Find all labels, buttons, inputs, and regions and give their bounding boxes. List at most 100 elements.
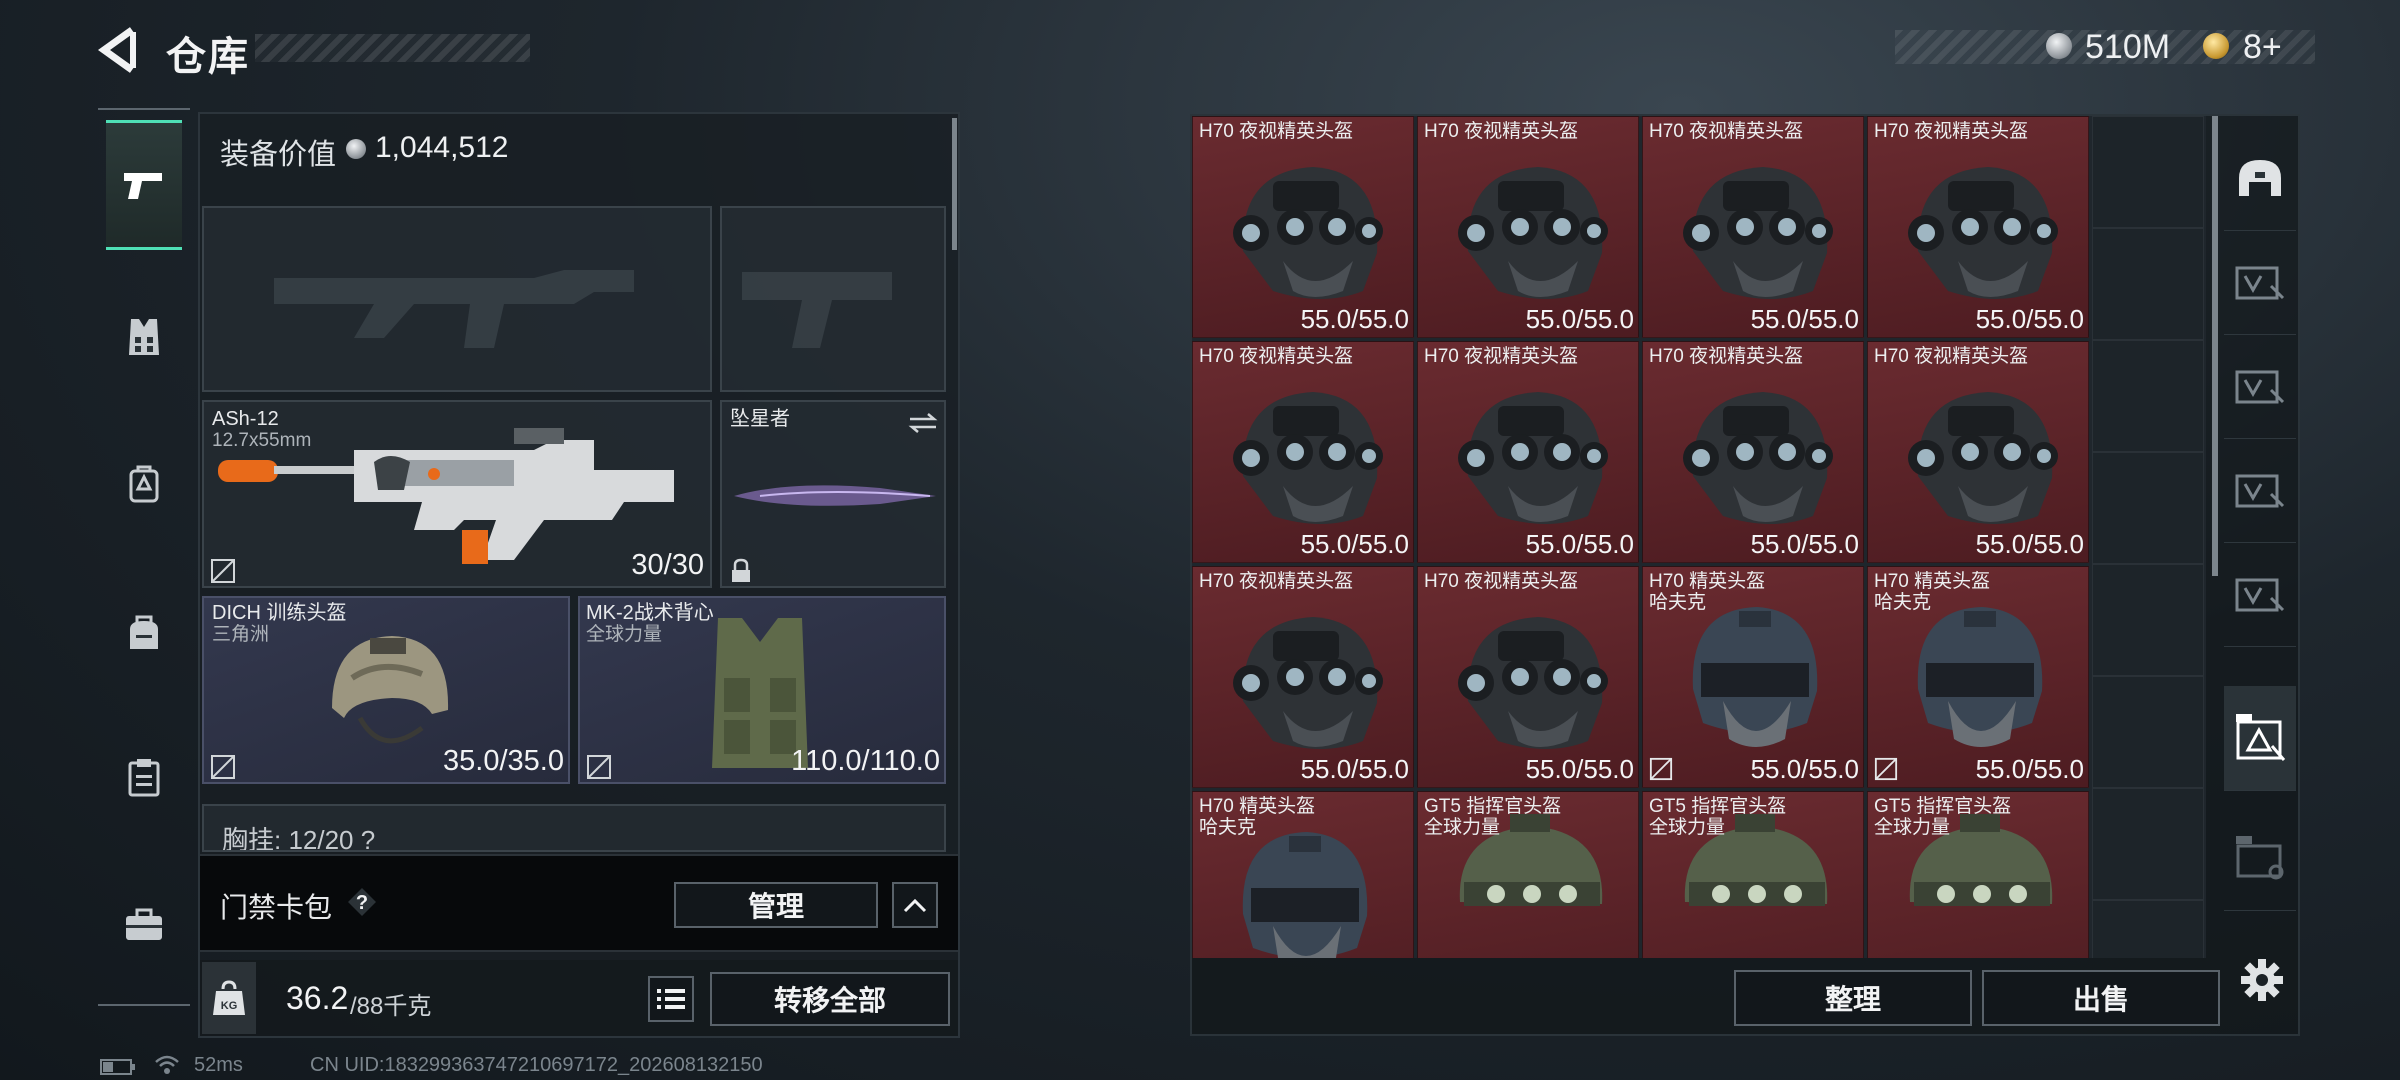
sell-button[interactable]: 出售 xyxy=(1982,970,2220,1026)
stash-item[interactable]: GT5 指挥官头盔 全球力量 xyxy=(1417,791,1639,958)
armor-durability: 110.0/110.0 xyxy=(791,745,940,777)
pistol-silhouette-icon xyxy=(742,272,892,348)
weight-current: 36.2 xyxy=(286,980,349,1016)
item-faction: 全球力量 xyxy=(1874,817,1951,838)
item-name: H70 夜视精英头盔 xyxy=(1424,346,1579,367)
stash-item[interactable]: H70 夜视精英头盔 55.0/55.0 xyxy=(1192,341,1414,563)
transfer-all-button[interactable]: 转移全部 xyxy=(710,972,950,1026)
chevron-up-icon xyxy=(903,898,927,913)
item-durability: 55.0/55.0 xyxy=(1975,304,2084,334)
stash-item[interactable]: GT5 指挥官头盔 全球力量 xyxy=(1867,791,2089,958)
empty-grid-slot[interactable] xyxy=(2092,228,2204,340)
stash-item[interactable]: H70 精英头盔 哈夫克 55.0/55.0 xyxy=(1642,566,1864,788)
stash-item[interactable]: H70 夜视精英头盔 55.0/55.0 xyxy=(1867,116,2089,338)
swap-icon[interactable] xyxy=(908,412,938,434)
item-name: H70 夜视精英头盔 xyxy=(1874,346,2029,367)
stash-item[interactable]: H70 夜视精英头盔 55.0/55.0 xyxy=(1417,116,1639,338)
vest-icon xyxy=(129,319,159,355)
sort-button[interactable]: 整理 xyxy=(1734,970,1972,1026)
helmet-item-icon xyxy=(1458,392,1608,524)
stash-scrollbar[interactable] xyxy=(2212,116,2218,576)
empty-grid-slot[interactable] xyxy=(2092,564,2204,676)
filter-armor-3[interactable] xyxy=(2224,438,2296,543)
equip-value-label: 装备价值 xyxy=(220,139,337,171)
empty-grid-slot[interactable] xyxy=(2092,676,2204,788)
help-button[interactable]: ? xyxy=(346,886,378,918)
back-button[interactable] xyxy=(96,22,144,78)
stash-item[interactable]: H70 夜视精英头盔 55.0/55.0 xyxy=(1867,341,2089,563)
loadout-scrollbar[interactable] xyxy=(952,118,957,250)
clipboard-icon xyxy=(128,759,160,797)
stash-item[interactable]: H70 精英头盔 哈夫克 55.0/55.0 xyxy=(1867,566,2089,788)
gti-armor-filter-icon xyxy=(2236,714,2286,761)
helmet-brand: 三角洲 xyxy=(212,624,270,645)
filter-armor-1[interactable] xyxy=(2224,230,2296,335)
item-durability: 55.0/55.0 xyxy=(1525,529,1634,559)
item-name: H70 夜视精英头盔 xyxy=(1874,121,2029,142)
item-durability: 55.0/55.0 xyxy=(1300,529,1409,559)
filter-armor-4[interactable] xyxy=(2224,542,2296,647)
item-name: H70 夜视精英头盔 xyxy=(1649,121,1804,142)
pistol-slot[interactable] xyxy=(720,206,946,392)
category-briefcase[interactable] xyxy=(106,860,182,990)
category-backpack[interactable] xyxy=(106,418,182,548)
stash-item[interactable]: H70 夜视精英头盔 55.0/55.0 xyxy=(1642,341,1864,563)
filter-armor-2[interactable] xyxy=(2224,334,2296,439)
filter-gti-armor[interactable] xyxy=(2224,686,2296,791)
not-insured-icon xyxy=(1649,757,1673,781)
empty-grid-slot[interactable] xyxy=(2092,116,2204,228)
manage-button[interactable]: 管理 xyxy=(674,882,878,928)
empty-grid-slot[interactable] xyxy=(2092,788,2204,900)
stash-item[interactable]: H70 精英头盔 哈夫克 xyxy=(1192,791,1414,958)
stash-item[interactable]: GT5 指挥官头盔 全球力量 xyxy=(1642,791,1864,958)
helmet-item-icon xyxy=(1908,167,2058,299)
melee-name: 坠星者 xyxy=(730,408,790,430)
helmet-item-icon xyxy=(1458,167,1608,299)
stash-item[interactable]: H70 夜视精英头盔 55.0/55.0 xyxy=(1192,566,1414,788)
back-arrow-icon xyxy=(97,27,136,73)
gti-case-filter-icon xyxy=(2236,836,2284,880)
category-case[interactable] xyxy=(106,712,182,842)
stash-item[interactable]: H70 夜视精英头盔 55.0/55.0 xyxy=(1192,116,1414,338)
settings-button[interactable] xyxy=(2234,952,2290,1008)
weight-unit-glyph: KG xyxy=(221,1000,238,1012)
item-durability: 55.0/55.0 xyxy=(1525,754,1634,784)
pistol-icon xyxy=(124,173,162,199)
category-weapons[interactable] xyxy=(106,120,182,250)
stash-item[interactable]: H70 夜视精英头盔 55.0/55.0 xyxy=(1417,341,1639,563)
list-view-button[interactable] xyxy=(648,976,694,1022)
armor-name: MK-2战术背心 xyxy=(586,602,714,624)
stash-grid: H70 夜视精英头盔 55.0/55.0 H70 夜视精英头盔 55.0/55.0 H7… xyxy=(1192,116,2206,958)
item-faction: 哈夫克 xyxy=(1874,592,1932,613)
empty-grid-slot[interactable] xyxy=(2092,340,2204,452)
category-armor[interactable] xyxy=(106,272,182,402)
empty-grid-slot[interactable] xyxy=(2092,900,2204,958)
stash-item[interactable]: H70 夜视精英头盔 55.0/55.0 xyxy=(1642,116,1864,338)
filter-helmet[interactable] xyxy=(2224,126,2296,231)
stash-item[interactable]: H70 夜视精英头盔 55.0/55.0 xyxy=(1417,566,1639,788)
knife-icon xyxy=(734,485,936,506)
item-faction: 哈夫克 xyxy=(1199,817,1257,838)
filter-gti-case[interactable] xyxy=(2224,806,2296,911)
collapse-button[interactable] xyxy=(892,882,938,928)
empty-grid-slot[interactable] xyxy=(2092,452,2204,564)
item-name: H70 精英头盔 xyxy=(1199,796,1316,817)
melee-slot[interactable]: 坠星者 xyxy=(720,400,946,588)
weight-icon-box: KG xyxy=(202,962,256,1034)
item-durability: 55.0/55.0 xyxy=(1750,529,1859,559)
category-bag[interactable] xyxy=(106,568,182,698)
helmet-durability: 35.0/35.0 xyxy=(443,745,564,777)
gold-balance[interactable]: 8+ xyxy=(2243,28,2282,67)
page-title: 仓库 xyxy=(166,35,250,79)
item-durability: 55.0/55.0 xyxy=(1975,754,2084,784)
sidebar-divider xyxy=(98,1004,190,1006)
chest-rig-slot[interactable]: 胸挂: 12/20 ? xyxy=(202,804,946,852)
primary-weapon-slot[interactable]: ASh-12 12.7x55mm 30/30 xyxy=(202,400,712,588)
helmet-slot[interactable]: DICH 训练头盔 三角洲 35.0/35.0 xyxy=(202,596,570,784)
secondary-weapon-slot[interactable] xyxy=(202,206,712,392)
item-name: H70 夜视精英头盔 xyxy=(1649,346,1804,367)
weapon-magazine: 30/30 xyxy=(631,549,704,581)
armor-slot[interactable]: MK-2战术背心 全球力量 110.0/110.0 xyxy=(578,596,946,784)
item-durability: 55.0/55.0 xyxy=(1975,529,2084,559)
armor-filter-icon xyxy=(2235,266,2285,300)
